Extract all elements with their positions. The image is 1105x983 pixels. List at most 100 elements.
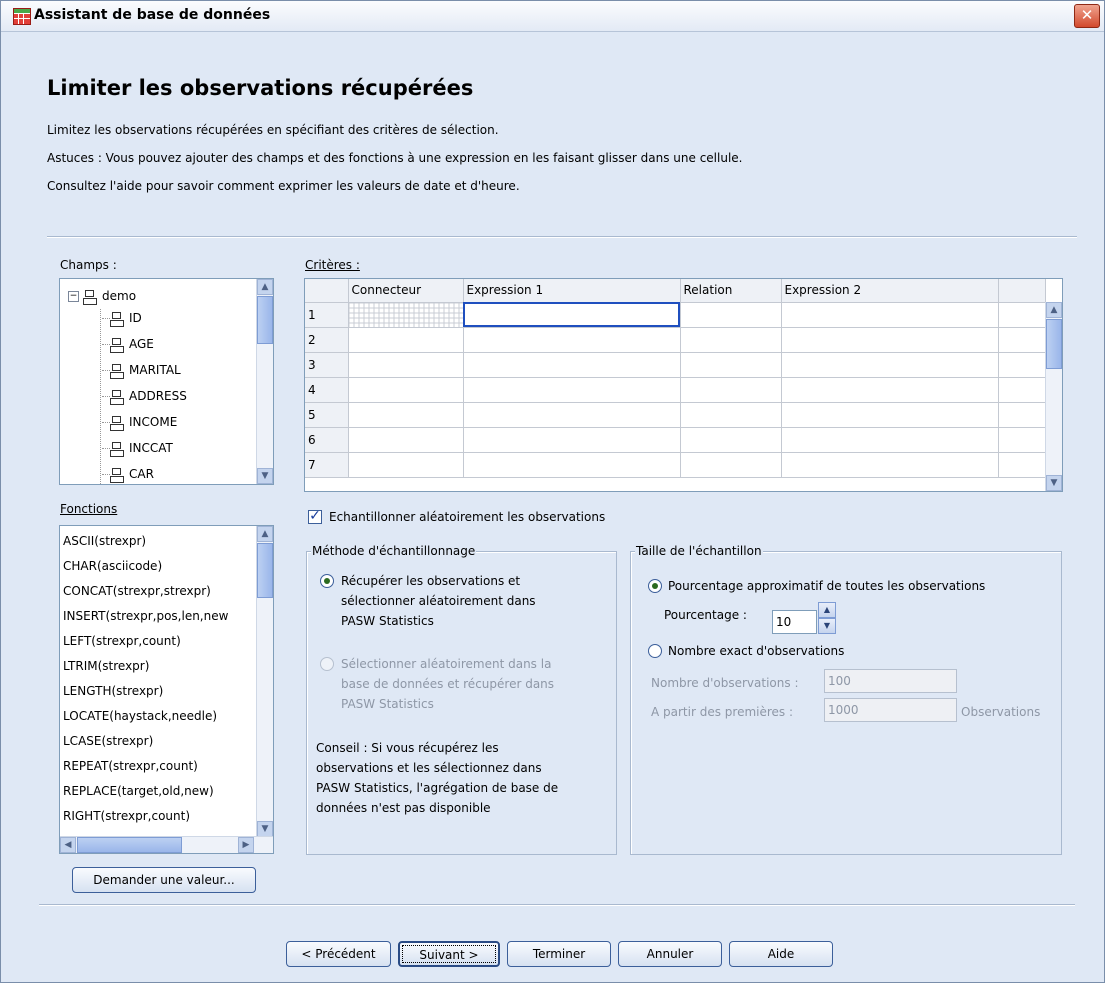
connector-cell[interactable] (348, 352, 464, 378)
collapse-icon[interactable]: − (68, 291, 79, 302)
exact-count-option-label[interactable]: Nombre exact d'observations (668, 641, 844, 661)
field-item[interactable]: CAR (102, 463, 154, 484)
random-sample-checkbox[interactable]: ✓ (308, 509, 322, 524)
functions-hscrollbar[interactable]: ◀ ▶ (60, 836, 273, 853)
sample-in-database-radio[interactable] (320, 657, 334, 671)
retrieve-then-sample-label[interactable]: Récupérer les observations et sélectionn… (341, 571, 536, 631)
function-item[interactable]: CHAR(asciicode) (63, 556, 162, 576)
functions-list[interactable]: ASCII(strexpr) CHAR(asciicode) CONCAT(st… (59, 525, 274, 854)
functions-vscrollbar[interactable]: ▲ ▼ (256, 526, 273, 837)
function-item[interactable]: LEFT(strexpr,count) (63, 631, 181, 651)
function-item[interactable]: INSERT(strexpr,pos,len,new (63, 606, 228, 626)
prompt-value-button[interactable]: Demander une valeur... (72, 867, 256, 893)
percentage-spinner[interactable]: ▲ ▼ (818, 602, 836, 634)
spin-down-icon[interactable]: ▼ (818, 618, 836, 634)
function-item[interactable]: CONCAT(strexpr,strexpr) (63, 581, 211, 601)
function-item[interactable]: ASCII(strexpr) (63, 531, 146, 551)
function-item[interactable]: RIGHT(strexpr,count) (63, 806, 190, 826)
scroll-thumb[interactable] (257, 296, 273, 344)
row-header[interactable]: 6 (305, 427, 349, 453)
relation-cell[interactable] (680, 302, 782, 328)
relation-cell[interactable] (680, 402, 782, 428)
scroll-up-icon[interactable]: ▲ (257, 279, 273, 295)
expression1-cell[interactable] (463, 402, 681, 428)
count-input[interactable]: 100 (824, 669, 957, 693)
criteria-scrollbar[interactable]: ▲ ▼ (1045, 302, 1062, 491)
expression1-cell[interactable] (463, 427, 681, 453)
percentage-input[interactable]: 10 (772, 610, 817, 634)
expression1-cell[interactable] (463, 452, 681, 478)
relation-cell[interactable] (680, 327, 782, 353)
field-item[interactable]: INCOME (102, 411, 177, 433)
percentage-radio[interactable] (648, 579, 662, 593)
close-button[interactable]: ✕ (1074, 4, 1100, 28)
row-header[interactable]: 3 (305, 352, 349, 378)
function-item[interactable]: LOCATE(haystack,needle) (63, 706, 217, 726)
fields-scrollbar[interactable]: ▲ ▼ (256, 279, 273, 484)
connector-cell[interactable] (348, 402, 464, 428)
field-item[interactable]: ADDRESS (102, 385, 187, 407)
field-item[interactable]: ID (102, 307, 142, 329)
connector-cell[interactable] (348, 427, 464, 453)
scroll-left-icon[interactable]: ◀ (60, 837, 76, 853)
col-header-expression1[interactable]: Expression 1 (463, 279, 681, 303)
previous-button[interactable]: < Précédent (286, 941, 391, 967)
row-header[interactable]: 4 (305, 377, 349, 403)
spin-up-icon[interactable]: ▲ (818, 602, 836, 618)
percentage-option-label[interactable]: Pourcentage approximatif de toutes les o… (668, 576, 985, 596)
expression2-cell[interactable] (781, 302, 999, 328)
relation-cell[interactable] (680, 352, 782, 378)
scroll-up-icon[interactable]: ▲ (1046, 302, 1062, 318)
hscroll-thumb[interactable] (77, 837, 182, 853)
connector-cell[interactable] (348, 327, 464, 353)
function-item[interactable]: LENGTH(strexpr) (63, 681, 163, 701)
relation-cell[interactable] (680, 427, 782, 453)
finish-button[interactable]: Terminer (507, 941, 611, 967)
expression2-cell[interactable] (781, 427, 999, 453)
row-header[interactable]: 5 (305, 402, 349, 428)
col-header-expression2[interactable]: Expression 2 (781, 279, 999, 303)
scroll-down-icon[interactable]: ▼ (257, 468, 273, 484)
col-header-connector[interactable]: Connecteur (348, 279, 464, 303)
row-header[interactable]: 1 (305, 302, 349, 328)
expression2-cell[interactable] (781, 352, 999, 378)
expression1-cell[interactable] (463, 302, 681, 328)
function-item[interactable]: REPLACE(target,old,new) (63, 781, 214, 801)
cancel-button[interactable]: Annuler (618, 941, 722, 967)
connector-cell[interactable] (348, 452, 464, 478)
relation-cell[interactable] (680, 377, 782, 403)
next-button[interactable]: Suivant > (398, 941, 500, 967)
field-item[interactable]: AGE (102, 333, 154, 355)
expression1-cell[interactable] (463, 377, 681, 403)
expression2-cell[interactable] (781, 452, 999, 478)
function-item[interactable]: LTRIM(strexpr) (63, 656, 149, 676)
retrieve-then-sample-radio[interactable] (320, 574, 334, 588)
random-sample-label[interactable]: Echantillonner aléatoirement les observa… (329, 507, 605, 527)
relation-cell[interactable] (680, 452, 782, 478)
scroll-thumb[interactable] (257, 543, 273, 598)
connector-cell[interactable] (348, 377, 464, 403)
expression1-cell[interactable] (463, 327, 681, 353)
expression2-cell[interactable] (781, 377, 999, 403)
col-header-relation[interactable]: Relation (680, 279, 782, 303)
scroll-up-icon[interactable]: ▲ (257, 526, 273, 542)
fields-tree[interactable]: − demo ID AGE MARITAL ADDRESS INCOME INCC… (59, 278, 274, 485)
expression2-cell[interactable] (781, 327, 999, 353)
scroll-down-icon[interactable]: ▼ (257, 821, 273, 837)
row-header[interactable]: 7 (305, 452, 349, 478)
help-button[interactable]: Aide (729, 941, 833, 967)
function-item[interactable]: LCASE(strexpr) (63, 731, 153, 751)
scroll-thumb[interactable] (1046, 319, 1062, 369)
expression1-cell[interactable] (463, 352, 681, 378)
expression2-cell[interactable] (781, 402, 999, 428)
row-header[interactable]: 2 (305, 327, 349, 353)
exact-count-radio[interactable] (648, 644, 662, 658)
field-item[interactable]: MARITAL (102, 359, 181, 381)
criteria-grid[interactable]: Connecteur Expression 1 Relation Express… (304, 278, 1063, 492)
first-cases-input[interactable]: 1000 (824, 698, 957, 722)
function-item[interactable]: REPEAT(strexpr,count) (63, 756, 198, 776)
field-item[interactable]: INCCAT (102, 437, 173, 459)
tree-root-demo[interactable]: − demo (68, 285, 136, 307)
scroll-down-icon[interactable]: ▼ (1046, 475, 1062, 491)
scroll-right-icon[interactable]: ▶ (238, 837, 254, 853)
